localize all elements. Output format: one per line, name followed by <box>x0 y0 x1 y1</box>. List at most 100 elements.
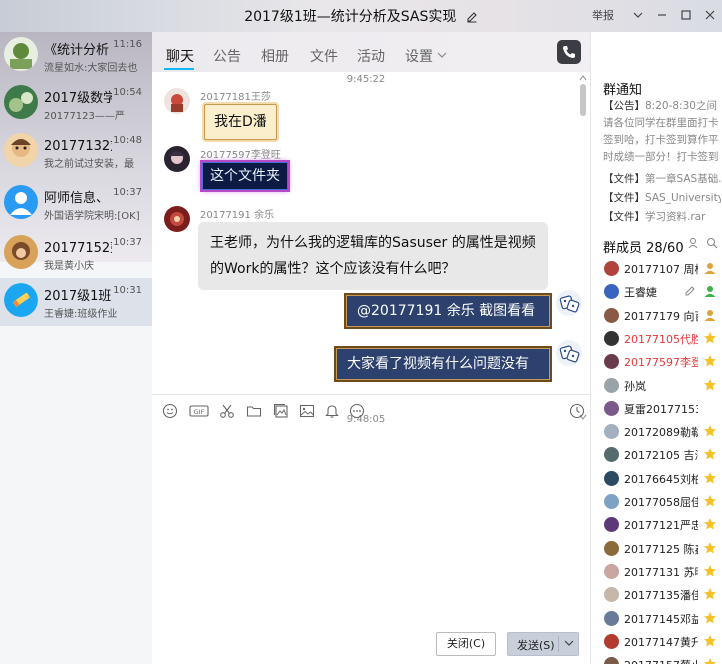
tab-activity[interactable]: 活动 <box>357 46 385 66</box>
send-button-separator <box>558 636 559 652</box>
member-name: 20177147黄升 <box>624 635 698 649</box>
scroll-up-icon[interactable] <box>579 75 587 81</box>
member-row[interactable]: 孙岚 <box>591 374 722 397</box>
folder-icon[interactable] <box>246 403 262 419</box>
member-row[interactable]: 夏雷20177153 <box>591 397 722 420</box>
member-row[interactable]: 20172089勒勒家庆 <box>591 420 722 443</box>
close-button[interactable]: 关闭(C) <box>436 632 496 656</box>
member-row[interactable]: 20177145邓益强 <box>591 607 722 630</box>
conversation-item[interactable]: 2017级数学 10:54 20177123——严 <box>0 80 152 128</box>
avatar <box>604 657 619 664</box>
image-stack-icon[interactable] <box>273 403 289 419</box>
avatar <box>604 563 619 579</box>
maximize-icon[interactable] <box>674 3 698 27</box>
member-row[interactable]: 20177058屈佳 <box>591 490 722 513</box>
tab-files[interactable]: 文件 <box>310 46 338 66</box>
phone-icon[interactable] <box>557 40 581 64</box>
minimize-icon[interactable] <box>650 3 674 27</box>
chevron-down-icon[interactable] <box>564 639 574 647</box>
avatar <box>604 494 619 509</box>
conversation-name: 20177152彭 <box>44 241 112 256</box>
tab-chat[interactable]: 聊天 <box>166 46 194 66</box>
conversation-time: 10:48 <box>113 135 142 146</box>
search-icon[interactable] <box>706 237 718 249</box>
gif-icon[interactable]: GIF <box>189 403 209 419</box>
tab-announcement[interactable]: 公告 <box>213 46 241 66</box>
member-row[interactable]: 20176645刘柏宇 <box>591 467 722 490</box>
conversation-time: 10:54 <box>113 87 142 98</box>
member-row[interactable]: 20177157蔡小龙 <box>591 653 722 664</box>
avatar <box>604 470 619 486</box>
file-name: 第一章SAS基础... <box>645 173 721 185</box>
member-name: 20177125 陈鑫 <box>624 542 698 556</box>
edit-title-icon[interactable] <box>466 11 478 23</box>
edit-icon[interactable] <box>683 284 697 298</box>
member-row[interactable]: 20177131 苏明月 <box>591 560 722 583</box>
history-clock-icon[interactable] <box>569 403 585 419</box>
conversation-item[interactable]: 《统计分析 11:16 流星如水:大家回去也 <box>0 32 152 80</box>
file-link[interactable]: 【文件】学习资料.rar <box>603 209 721 224</box>
member-name: 20177157蔡小龙 <box>624 657 698 664</box>
message-bubble[interactable]: 大家看了视频有什么问题没有 <box>336 348 550 380</box>
send-button[interactable]: 发送(S) <box>507 632 579 656</box>
scissors-icon[interactable] <box>219 403 235 419</box>
conversation-name: 2017级数学 <box>44 91 112 106</box>
member-row[interactable]: 20177147黄升 <box>591 630 722 653</box>
chevron-down-icon[interactable] <box>626 3 650 27</box>
tab-settings[interactable]: 设置 <box>405 46 433 66</box>
image-icon[interactable] <box>299 403 315 419</box>
conversation-item-active[interactable]: 2017级1班 10:31 王睿婕:班级作业 <box>0 278 152 326</box>
group-info-panel: 群通知 【公告】8:20-8:30之间请各位同学在群里面打卡签到哈，打卡签到算作… <box>590 32 722 664</box>
avatar[interactable] <box>164 146 190 172</box>
notice-text[interactable]: 【公告】8:20-8:30之间请各位同学在群里面打卡签到哈，打卡签到算作平时成绩… <box>603 98 721 166</box>
member-row[interactable]: 20172105 吉海燕 <box>591 443 722 466</box>
member-row[interactable]: 20177107 周桂萍 <box>591 257 722 280</box>
message-sender: 20177597李登旺 <box>200 150 281 161</box>
member-row[interactable]: 20177179 向百惠 <box>591 304 722 327</box>
member-name: 20177131 苏明月 <box>624 565 698 579</box>
avatar <box>604 377 619 393</box>
message-sender: 20177181王莎 <box>200 92 271 103</box>
member-name: 20177145邓益强 <box>624 612 698 626</box>
conversation-name: 20177132刘 <box>44 139 112 154</box>
close-icon[interactable] <box>698 3 722 27</box>
member-row[interactable]: 20177135潘佳乐 <box>591 583 722 606</box>
avatar <box>604 307 619 323</box>
report-link[interactable]: 举报 <box>592 7 614 23</box>
conversation-item[interactable]: 20177132刘 10:48 我之前试过安装，最 <box>0 128 152 176</box>
bell-icon[interactable] <box>324 403 340 419</box>
member-row[interactable]: 20177125 陈鑫 <box>591 537 722 560</box>
members-actions <box>688 237 718 249</box>
more-options-icon[interactable] <box>349 403 365 419</box>
message-bubble[interactable]: 我在D潘 <box>204 104 277 140</box>
message-input[interactable] <box>160 428 580 624</box>
member-row[interactable]: 20177121严忠位 <box>591 513 722 536</box>
avatar <box>4 235 38 269</box>
member-row[interactable]: 王睿婕 <box>591 280 722 303</box>
send-button-label: 发送(S) <box>517 639 555 652</box>
invite-member-icon[interactable] <box>688 237 700 249</box>
conversation-item[interactable]: 阿师信息、 10:37 外国语学院宋明:[OK] <box>0 180 152 228</box>
avatar[interactable] <box>556 290 582 316</box>
chat-panel: 聊天 公告 相册 文件 活动 设置 9:45:22 20177181王莎 我在D… <box>152 32 721 664</box>
file-link[interactable]: 【文件】第一章SAS基础... <box>603 171 721 186</box>
member-name: 20172105 吉海燕 <box>624 449 698 463</box>
member-row[interactable]: 20177105代胜兵 <box>591 327 722 350</box>
member-row[interactable]: 20177597李登旺 <box>591 350 722 373</box>
message-bubble[interactable]: @20177191 余乐 截图看看 <box>346 295 550 327</box>
conversation-name: 2017级1班 <box>44 289 112 304</box>
emoji-icon[interactable] <box>162 403 178 419</box>
member-name: 20177597李登旺 <box>624 356 698 370</box>
message-bubble[interactable]: 王老师，为什么我的逻辑库的Sasuser 的属性是视频的Work的属性？这个应该… <box>198 222 548 290</box>
conversation-item[interactable]: 20177152彭 10:37 我是黄小庆 <box>0 230 152 278</box>
avatar[interactable] <box>164 88 190 114</box>
scrollbar-thumb[interactable] <box>580 84 586 116</box>
avatar[interactable] <box>164 206 190 232</box>
avatar <box>604 587 619 603</box>
file-link[interactable]: 【文件】SAS_University... <box>603 190 721 205</box>
avatar[interactable] <box>556 340 582 366</box>
conversation-time: 10:37 <box>113 187 142 198</box>
window-controls: 举报 <box>592 0 722 30</box>
tab-album[interactable]: 相册 <box>261 46 289 66</box>
message-bubble[interactable]: 这个文件夹 <box>202 162 288 190</box>
